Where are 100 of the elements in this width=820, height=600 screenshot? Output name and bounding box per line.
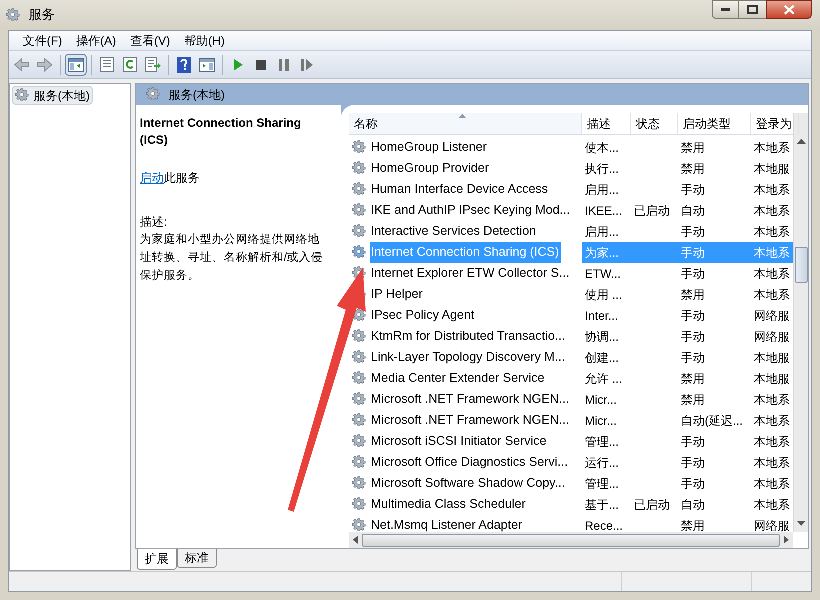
pause-icon	[279, 58, 289, 70]
table-cell-text: Micr...	[584, 412, 618, 430]
table-cell-text: 禁用	[680, 392, 706, 408]
table-cell[interactable]: HomeGroup Provider	[370, 158, 492, 179]
table-cell-text: 本地系	[753, 454, 791, 472]
table-cell[interactable]: Microsoft .NET Framework NGEN...	[370, 410, 572, 431]
table-cell-text: 本地系	[753, 476, 791, 492]
table-cell[interactable]: Link-Layer Topology Discovery M...	[370, 347, 568, 368]
refresh-icon	[123, 57, 137, 72]
table-cell-text: 管理...	[584, 434, 620, 450]
resume-icon	[301, 58, 313, 70]
gear-icon	[352, 434, 367, 449]
table-cell-text: 手动	[680, 328, 706, 346]
table-cell-text: 本地服	[753, 160, 791, 178]
description-label: 描述:	[140, 214, 168, 231]
gear-icon	[352, 392, 367, 407]
table-cell-text: 手动	[680, 454, 706, 472]
table-cell-text: 允许 ...	[584, 370, 624, 388]
minimize-button[interactable]	[712, 0, 739, 19]
table-cell-text: 禁用	[680, 160, 706, 178]
view-tab[interactable]: 标准	[177, 549, 217, 568]
table-cell[interactable]: Net.Msmq Listener Adapter	[370, 515, 524, 532]
table-cell-text: 本地系	[753, 140, 791, 156]
table-cell[interactable]: IKE and AuthIP IPsec Keying Mod...	[370, 200, 572, 221]
table-cell-text: 本地系	[753, 412, 791, 430]
maximize-button[interactable]	[739, 0, 766, 19]
table-cell-text: 协调...	[584, 328, 620, 346]
minimize-icon	[721, 8, 730, 11]
console-tree-button[interactable]	[65, 54, 87, 76]
gear-icon	[352, 245, 367, 260]
gear-icon	[352, 140, 367, 155]
table-cell-text: 网络服	[753, 328, 791, 346]
table-cell-text: 自动	[680, 496, 706, 514]
table-cell[interactable]: HomeGroup Listener	[370, 137, 490, 158]
column-header[interactable]: 状态	[631, 113, 678, 134]
gear-icon	[352, 161, 367, 176]
table-cell-text: 使用 ...	[584, 286, 624, 304]
table-cell[interactable]: Microsoft iSCSI Initiator Service	[370, 431, 549, 452]
table-cell-text: Micr...	[584, 392, 618, 408]
close-icon	[784, 4, 794, 14]
table-cell-text: 手动	[680, 476, 706, 492]
column-header[interactable]: 启动类型	[678, 113, 751, 134]
scroll-thumb[interactable]	[362, 534, 780, 546]
menu-item[interactable]: 文件(F)	[17, 32, 68, 50]
gear-icon	[352, 224, 367, 239]
table-cell-text: IKEE...	[584, 202, 624, 220]
gear-icon	[352, 182, 367, 197]
table-cell-text: 本地系	[753, 496, 791, 514]
close-button[interactable]	[766, 0, 812, 19]
table-cell[interactable]: IP Helper	[370, 284, 425, 305]
gear-icon	[352, 455, 367, 470]
column-header[interactable]: 名称	[349, 113, 582, 134]
table-cell-text: 基于...	[584, 496, 620, 514]
table-cell[interactable]: KtmRm for Distributed Transactio...	[370, 326, 568, 347]
gear-icon	[352, 350, 367, 365]
gear-icon	[352, 476, 367, 491]
table-cell-text: 本地系	[753, 266, 791, 282]
scroll-down-icon	[796, 521, 806, 527]
table-cell: 手动	[678, 242, 751, 263]
table-cell-text: 本地系	[753, 202, 791, 220]
help-icon	[177, 56, 191, 72]
vertical-scrollbar[interactable]	[793, 113, 808, 532]
back-arrow-icon	[14, 58, 30, 72]
forward-arrow-icon	[37, 58, 53, 72]
gear-icon	[146, 87, 161, 102]
table-cell-text: 禁用	[680, 370, 706, 388]
list-icon	[100, 57, 114, 72]
table-cell[interactable]: IPsec Policy Agent	[370, 305, 477, 326]
table-cell[interactable]: Media Center Extender Service	[370, 368, 547, 389]
menu-item[interactable]: 操作(A)	[70, 32, 122, 50]
menu-item[interactable]: 帮助(H)	[178, 32, 231, 50]
table-cell-text: 管理...	[584, 476, 620, 492]
table-cell-text: 自动(延迟...	[680, 412, 744, 430]
table-cell-text: 手动	[680, 434, 706, 450]
table-cell[interactable]: Interactive Services Detection	[370, 221, 538, 242]
menu-item[interactable]: 查看(V)	[124, 32, 176, 50]
table-cell[interactable]: Internet Explorer ETW Collector S...	[370, 263, 572, 284]
table-cell[interactable]: Microsoft Office Diagnostics Servi...	[370, 452, 570, 473]
gear-icon	[352, 497, 367, 512]
table-cell-text: 已启动	[633, 496, 671, 514]
table-cell[interactable]: Multimedia Class Scheduler	[370, 494, 528, 515]
table-cell-text: 禁用	[680, 140, 706, 156]
table-cell-text: 本地系	[753, 182, 791, 198]
table-cell-text: Inter...	[584, 308, 620, 324]
table-cell[interactable]: Microsoft .NET Framework NGEN...	[370, 389, 572, 410]
table-cell-text: ETW...	[584, 266, 622, 282]
tree-item[interactable]: 服务(本地)	[12, 86, 93, 105]
horizontal-scrollbar[interactable]	[349, 532, 793, 548]
start-link[interactable]: 启动	[140, 171, 164, 185]
panel-icon	[199, 58, 215, 72]
table-cell[interactable]: Human Interface Device Access	[370, 179, 550, 200]
column-header[interactable]: 描述	[582, 113, 631, 134]
scroll-thumb[interactable]	[794, 247, 808, 283]
table-cell[interactable]: Microsoft Software Shadow Copy...	[370, 473, 568, 494]
export-icon	[145, 57, 161, 72]
table-cell-text: 本地系	[753, 392, 791, 408]
view-tab[interactable]: 扩展	[137, 549, 177, 570]
table-cell-text: 手动	[680, 266, 706, 282]
table-cell-text: 手动	[680, 182, 706, 198]
play-icon	[233, 58, 243, 70]
